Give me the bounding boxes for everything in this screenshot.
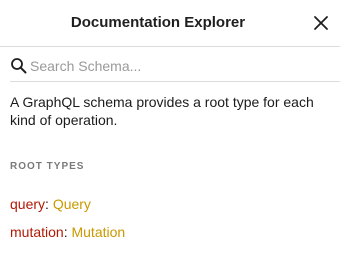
root-field-name: query: [10, 196, 46, 212]
documentation-explorer-panel: Documentation Explorer A GraphQL schema …: [0, 0, 340, 257]
search-bar: [10, 53, 340, 82]
root-type-query: query: Query: [10, 195, 91, 213]
explorer-title: Documentation Explorer: [70, 14, 246, 31]
type-link-mutation[interactable]: Mutation: [71, 224, 125, 240]
schema-description: A GraphQL schema provides a root type fo…: [10, 94, 314, 128]
field-separator: :: [45, 196, 53, 212]
root-type-mutation: mutation: Mutation: [10, 223, 125, 241]
explorer-header: Documentation Explorer: [0, 0, 340, 47]
search-icon: [10, 57, 28, 75]
root-types-heading: ROOT TYPES: [10, 161, 85, 172]
search-input[interactable]: [30, 56, 330, 76]
close-icon[interactable]: [312, 14, 330, 32]
root-field-name: mutation: [10, 224, 64, 240]
type-link-query[interactable]: Query: [53, 196, 91, 212]
